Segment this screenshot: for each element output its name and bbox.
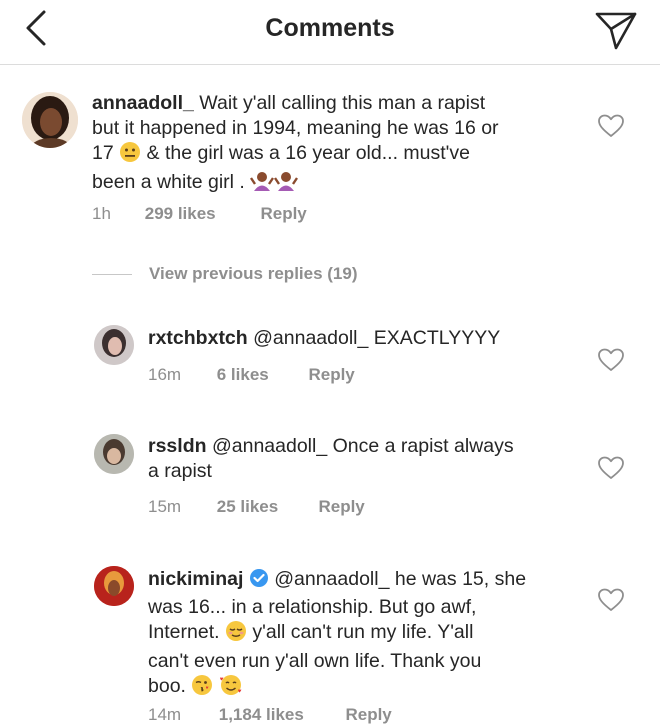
- reply-body-line4: can't even run y'all own life. Thank you: [148, 650, 482, 672]
- reply-text: rssldn @annaadoll_ Once a rapist always …: [148, 434, 568, 484]
- reply-time: 15m: [148, 497, 182, 516]
- kissing-face-emoji-icon: [191, 674, 213, 703]
- avatar-photo: [94, 566, 134, 606]
- reply-body-line5: boo.: [148, 675, 192, 697]
- reply-body: EXACTLYYYY: [368, 327, 501, 349]
- reply-button[interactable]: Reply: [318, 497, 364, 517]
- reply-likes[interactable]: 6 likes: [217, 365, 304, 385]
- comment-body-line2: but it happened in 1994, meaning he was …: [92, 117, 499, 139]
- reply-text: nickiminaj @annaadoll_ he was 15, she wa…: [148, 567, 578, 703]
- heart-outline-icon: [598, 456, 624, 479]
- heart-outline-icon: [598, 588, 624, 611]
- reply-username[interactable]: nickiminaj: [148, 568, 243, 590]
- divider-line: [92, 274, 132, 275]
- reply-body-line3b: y'all can't run my life. Y'all: [246, 621, 474, 643]
- like-button[interactable]: [598, 114, 624, 138]
- reply-body-line3a: Internet.: [148, 621, 225, 643]
- reply-body-line1: he was 15, she: [389, 568, 527, 590]
- view-previous-label: View previous replies (19): [149, 264, 358, 283]
- paper-plane-icon: [595, 12, 637, 50]
- reply-username[interactable]: rssldn: [148, 435, 207, 457]
- like-button[interactable]: [598, 456, 624, 480]
- comment-likes[interactable]: 299 likes: [145, 204, 256, 224]
- avatar-annaadoll[interactable]: [22, 92, 78, 148]
- reply-button[interactable]: Reply: [345, 705, 391, 725]
- reply-body-line2: a rapist: [148, 460, 212, 482]
- smiling-face-with-hearts-emoji-icon: [219, 674, 243, 703]
- avatar-nickiminaj[interactable]: [94, 566, 134, 606]
- share-button[interactable]: [594, 8, 638, 52]
- reply-meta: 14m 1,184 likes Reply: [148, 705, 392, 725]
- comment-meta: 1h 299 likes Reply: [92, 204, 307, 224]
- avatar-photo: [94, 325, 134, 365]
- comment-time: 1h: [92, 204, 111, 223]
- reply-time: 16m: [148, 365, 182, 384]
- comment-body-line4: been a white girl .: [92, 171, 251, 193]
- reply-time: 14m: [148, 705, 182, 724]
- comment-body-line3b: & the girl was a 16 year old... must've: [141, 142, 470, 164]
- reply-meta: 16m 6 likes Reply: [148, 365, 355, 385]
- reply-likes[interactable]: 25 likes: [217, 497, 314, 517]
- like-button[interactable]: [598, 348, 624, 372]
- heart-outline-icon: [598, 114, 624, 137]
- avatar-photo: [94, 434, 134, 474]
- heart-outline-icon: [598, 348, 624, 371]
- reply-button[interactable]: Reply: [308, 365, 354, 385]
- reply-mention[interactable]: @annaadoll_: [212, 435, 327, 457]
- verified-badge-icon: [249, 568, 269, 595]
- reply-username[interactable]: rxtchbxtch: [148, 327, 248, 349]
- comment-body-line1: Wait y'all calling this man a rapist: [193, 92, 486, 114]
- reply-likes[interactable]: 1,184 likes: [219, 705, 341, 725]
- avatar-photo: [22, 92, 78, 148]
- view-previous-replies[interactable]: View previous replies (19): [92, 262, 412, 290]
- like-button[interactable]: [598, 588, 624, 612]
- avatar-rxtchbxtch[interactable]: [94, 325, 134, 365]
- reply-text: rxtchbxtch @annaadoll_ EXACTLYYYY: [148, 326, 500, 351]
- reply-meta: 15m 25 likes Reply: [148, 497, 365, 517]
- comment-username[interactable]: annaadoll_: [92, 92, 194, 114]
- avatar-rssldn[interactable]: [94, 434, 134, 474]
- header-bar: Comments: [0, 0, 660, 65]
- reply-body-line2: was 16... in a relationship. But go awf,: [148, 596, 477, 618]
- shrug-emoji-icon-2: [274, 170, 299, 199]
- reply-mention[interactable]: @annaadoll_: [253, 327, 368, 349]
- comment-body-line3a: 17: [92, 142, 120, 164]
- page-title: Comments: [265, 14, 395, 42]
- comment-text: annaadoll_ Wait y'all calling this man a…: [92, 91, 572, 199]
- neutral-face-emoji-icon: [119, 141, 141, 170]
- relieved-face-emoji-icon: [225, 620, 247, 649]
- reply-mention[interactable]: @annaadoll_: [274, 568, 389, 590]
- reply-body-line1: Once a rapist always: [327, 435, 514, 457]
- shrug-emoji-icon: [250, 170, 275, 199]
- reply-button[interactable]: Reply: [260, 204, 306, 224]
